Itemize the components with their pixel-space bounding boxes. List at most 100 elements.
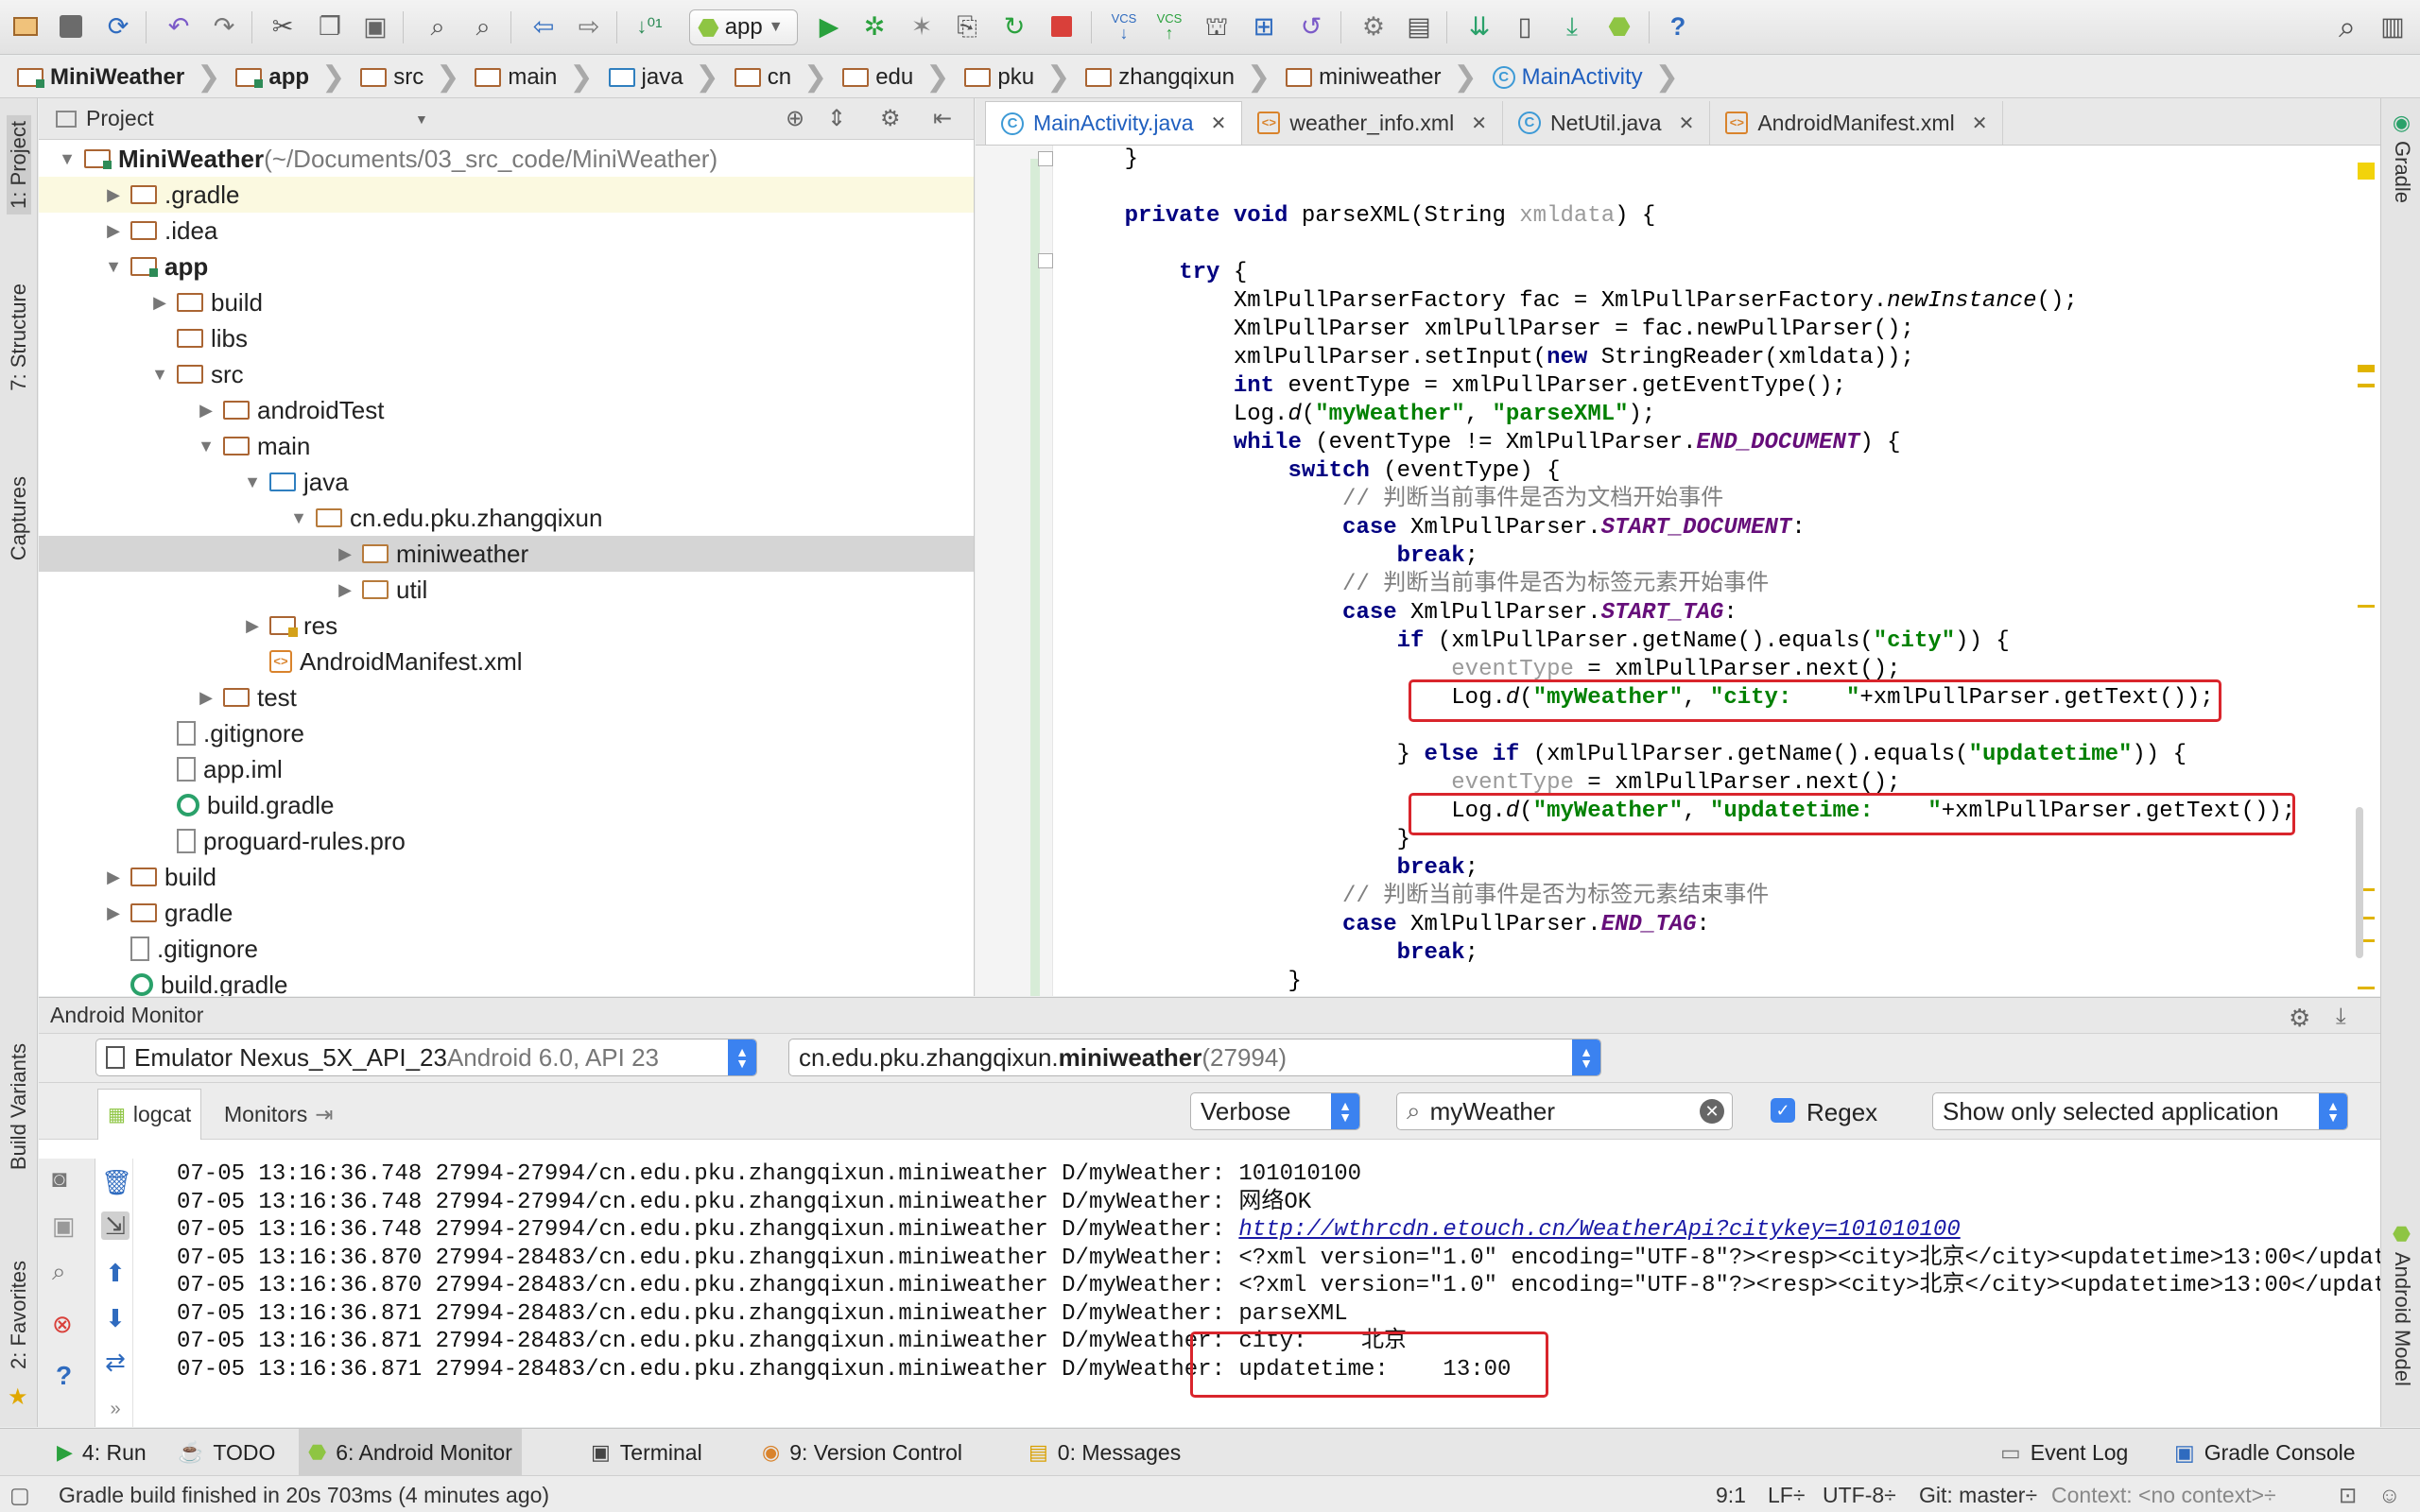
- status-icon[interactable]: ▢: [9, 1483, 30, 1508]
- tree-item[interactable]: ▶ miniweather: [39, 536, 974, 572]
- terminate-icon[interactable]: ⊗: [52, 1310, 73, 1339]
- forward-icon[interactable]: ⇨: [571, 9, 607, 44]
- soft-wrap-icon[interactable]: ⇄: [101, 1348, 130, 1376]
- tool-tab-build-variants[interactable]: Build Variants: [7, 1043, 31, 1170]
- tree-item[interactable]: .gitignore: [39, 715, 974, 751]
- copy-icon[interactable]: ❐: [312, 9, 348, 44]
- tree-item[interactable]: ▶ build: [39, 284, 974, 320]
- tree-item[interactable]: ▼ java: [39, 464, 974, 500]
- chevron-down-icon[interactable]: ▼: [287, 508, 310, 528]
- breadcrumb-item[interactable]: cn ❯: [734, 57, 843, 98]
- tree-item[interactable]: app.iml: [39, 751, 974, 787]
- android-icon[interactable]: ⬣: [1601, 9, 1637, 44]
- tree-item[interactable]: ▶ .gradle: [39, 177, 974, 213]
- save-icon[interactable]: [53, 9, 89, 44]
- screenshot-icon[interactable]: ◙: [52, 1164, 67, 1194]
- tab-logcat[interactable]: ▦ logcat: [97, 1089, 202, 1140]
- editor-scrollbar[interactable]: [2356, 807, 2363, 958]
- scroll-to-end-icon[interactable]: ⇲: [101, 1211, 130, 1240]
- vcs-history-icon[interactable]: ⊞: [1246, 9, 1282, 44]
- tree-item[interactable]: ▼ app: [39, 249, 974, 284]
- chevron-right-icon[interactable]: ▶: [102, 221, 125, 241]
- tree-item[interactable]: ▼ MiniWeather (~/Documents/03_src_code/Mi…: [39, 141, 974, 177]
- tree-item[interactable]: ▼ main: [39, 428, 974, 464]
- device-select[interactable]: Emulator Nexus_5X_API_23 Android 6.0, AP…: [95, 1039, 757, 1076]
- apply-changes-icon[interactable]: ⎘: [949, 9, 985, 44]
- close-icon[interactable]: ✕: [1679, 112, 1695, 135]
- tool-tab-captures[interactable]: Captures: [7, 476, 31, 560]
- chevron-right-icon[interactable]: ▶: [195, 401, 217, 421]
- record-icon[interactable]: ▣: [52, 1211, 76, 1241]
- editor-tab[interactable]: <> AndroidManifest.xml ✕: [1710, 101, 2004, 145]
- help-icon[interactable]: ?: [1660, 9, 1696, 44]
- line-separator[interactable]: LF÷: [1768, 1483, 1805, 1508]
- settings-icon[interactable]: ⚙: [1356, 9, 1392, 44]
- tree-item[interactable]: ▶ build: [39, 859, 974, 895]
- fold-marker[interactable]: [1038, 151, 1053, 166]
- close-icon[interactable]: ✕: [1972, 112, 1988, 135]
- layout-icon[interactable]: ▥: [2375, 9, 2411, 44]
- replace-icon[interactable]: ⌕: [465, 9, 501, 44]
- hide-panel-icon[interactable]: ⤓: [2336, 1004, 2346, 1030]
- tool-tab-project[interactable]: 1: Project: [7, 115, 31, 215]
- sdk-manager-icon[interactable]: ⤓: [1554, 9, 1590, 44]
- tree-item[interactable]: build.gradle: [39, 787, 974, 823]
- tree-item[interactable]: .gitignore: [39, 931, 974, 967]
- lock-icon[interactable]: ⊡: [2339, 1483, 2357, 1508]
- chevron-down-icon[interactable]: ▼: [241, 472, 264, 492]
- vcs-commit-icon[interactable]: VCS ↑: [1151, 9, 1187, 44]
- close-icon[interactable]: ✕: [1471, 112, 1487, 135]
- breadcrumb-item[interactable]: zhangqixun ❯: [1085, 57, 1286, 98]
- bottom-tab[interactable]: ◉ 9: Version Control: [752, 1429, 972, 1476]
- attach-icon[interactable]: ✶: [904, 9, 940, 44]
- more-icon[interactable]: »: [101, 1395, 130, 1423]
- breadcrumb-item[interactable]: main ❯: [475, 57, 608, 98]
- bottom-tab[interactable]: ☕ TODO: [168, 1429, 285, 1476]
- editor-tab[interactable]: C MainActivity.java ✕: [985, 101, 1243, 145]
- gear-icon[interactable]: ⚙: [2289, 1004, 2310, 1033]
- chevron-right-icon[interactable]: ▶: [195, 688, 217, 708]
- chevron-right-icon[interactable]: ▶: [241, 616, 264, 636]
- log-level-select[interactable]: Verbose ▲ ▼: [1190, 1092, 1360, 1130]
- caret-position[interactable]: 9:1: [1716, 1483, 1746, 1508]
- scroll-from-source-icon[interactable]: ⊕: [786, 105, 804, 132]
- warning-indicator[interactable]: [2358, 163, 2375, 180]
- tool-tab-gradle[interactable]: ◉ Gradle: [2390, 112, 2414, 203]
- tree-item[interactable]: ▼ cn.edu.pku.zhangqixun: [39, 500, 974, 536]
- log-filter-select[interactable]: Show only selected application ▲ ▼: [1932, 1092, 2348, 1130]
- chevron-down-icon[interactable]: ▼: [56, 149, 78, 169]
- bottom-tab[interactable]: ▣ Terminal: [581, 1429, 712, 1476]
- tree-item[interactable]: ▶ util: [39, 572, 974, 608]
- chevron-right-icon[interactable]: ▶: [334, 544, 356, 564]
- rerun-icon[interactable]: ↻: [996, 9, 1032, 44]
- help-icon[interactable]: ?: [56, 1361, 72, 1391]
- tree-item[interactable]: <> AndroidManifest.xml: [39, 644, 974, 679]
- close-icon[interactable]: ✕: [1211, 112, 1227, 135]
- breadcrumb-item[interactable]: C MainActivity ❯: [1492, 57, 1694, 98]
- find-icon[interactable]: ⌕: [420, 9, 456, 44]
- collapse-all-icon[interactable]: ⇕: [827, 105, 846, 132]
- chevron-down-icon[interactable]: ▼: [415, 112, 428, 127]
- tree-item[interactable]: ▶ .idea: [39, 213, 974, 249]
- breadcrumb-item[interactable]: edu ❯: [842, 57, 964, 98]
- back-icon[interactable]: ⇦: [526, 9, 562, 44]
- chevron-right-icon[interactable]: ▶: [102, 903, 125, 923]
- tool-tab-android-model[interactable]: ⬣ Android Model: [2390, 1223, 2414, 1386]
- up-icon[interactable]: ⬆: [101, 1259, 130, 1287]
- vcs-compare-icon[interactable]: ⛫: [1199, 9, 1235, 44]
- clear-icon[interactable]: ✕: [1700, 1099, 1724, 1124]
- tree-item[interactable]: proguard-rules.pro: [39, 823, 974, 859]
- file-encoding[interactable]: UTF-8÷: [1823, 1483, 1896, 1508]
- cut-icon[interactable]: ✂: [265, 9, 301, 44]
- tab-monitors[interactable]: Monitors ⇥: [215, 1089, 342, 1140]
- sync-gradle-icon[interactable]: ⇊: [1461, 9, 1497, 44]
- run-configuration-select[interactable]: ⬣ app ▼: [689, 9, 798, 45]
- context-indicator[interactable]: Context: <no context>÷: [2051, 1483, 2276, 1508]
- chevron-right-icon[interactable]: ▶: [102, 185, 125, 205]
- tree-item[interactable]: ▶ gradle: [39, 895, 974, 931]
- vcs-update-icon[interactable]: VCS ↓: [1106, 9, 1142, 44]
- open-icon[interactable]: [8, 9, 43, 44]
- breadcrumb-item[interactable]: java ❯: [608, 57, 735, 98]
- bottom-tab[interactable]: ▭ Event Log: [1991, 1429, 2137, 1476]
- chevron-right-icon[interactable]: ▶: [334, 580, 356, 600]
